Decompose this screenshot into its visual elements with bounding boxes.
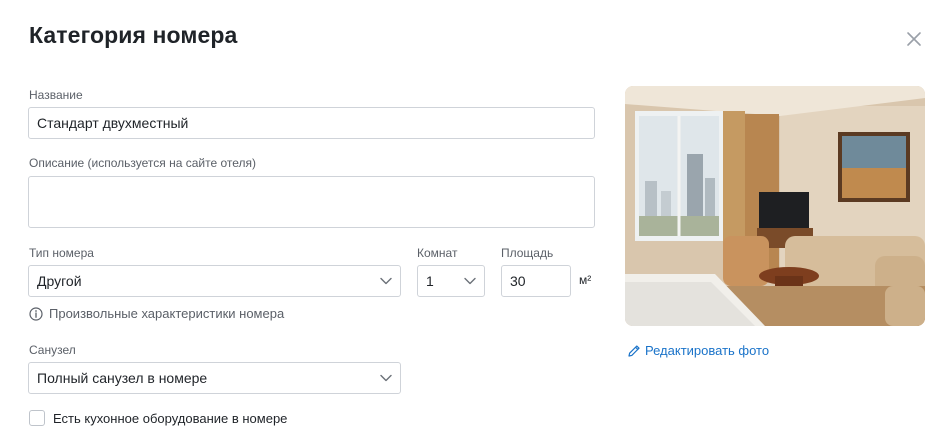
area-unit: м² (579, 273, 592, 287)
info-icon (29, 306, 43, 321)
kitchen-checkbox[interactable] (29, 410, 45, 426)
description-label: Описание (используется на сайте отеля) (29, 156, 257, 170)
edit-photo-link[interactable]: Редактировать фото (627, 343, 769, 358)
kitchen-checkbox-row[interactable]: Есть кухонное оборудование в номере (29, 410, 287, 426)
area-label: Площадь (501, 246, 554, 260)
rooms-label: Комнат (417, 246, 458, 260)
chevron-down-icon (464, 277, 476, 285)
chevron-down-icon (380, 277, 392, 285)
hint-text: Произвольные характеристики номера (49, 306, 285, 321)
kitchen-checkbox-label: Есть кухонное оборудование в номере (53, 410, 288, 426)
rooms-value: 1 (426, 273, 434, 289)
description-textarea[interactable] (28, 176, 595, 228)
dialog-title: Категория номера (29, 22, 238, 48)
bathroom-label: Санузел (29, 343, 76, 357)
chevron-down-icon (380, 374, 392, 382)
room-type-select[interactable]: Другой (28, 265, 401, 297)
name-input-value: Стандарт двухместный (37, 115, 189, 131)
pencil-icon (628, 344, 640, 357)
edit-photo-label: Редактировать фото (645, 343, 770, 358)
custom-features-hint[interactable]: Произвольные характеристики номера (29, 306, 284, 321)
name-input[interactable]: Стандарт двухместный (28, 107, 595, 139)
rooms-select[interactable]: 1 (417, 265, 485, 297)
close-icon[interactable] (904, 29, 924, 49)
area-value: 30 (510, 273, 526, 289)
bathroom-value: Полный санузел в номере (37, 370, 208, 386)
bathroom-select[interactable]: Полный санузел в номере (28, 362, 401, 394)
room-type-label: Тип номера (29, 246, 94, 260)
room-category-dialog: Категория номера Название Стандарт двухм… (0, 0, 949, 446)
area-input[interactable]: 30 (501, 265, 571, 297)
room-photo (625, 86, 925, 326)
room-type-value: Другой (37, 273, 82, 289)
name-label: Название (29, 88, 83, 102)
